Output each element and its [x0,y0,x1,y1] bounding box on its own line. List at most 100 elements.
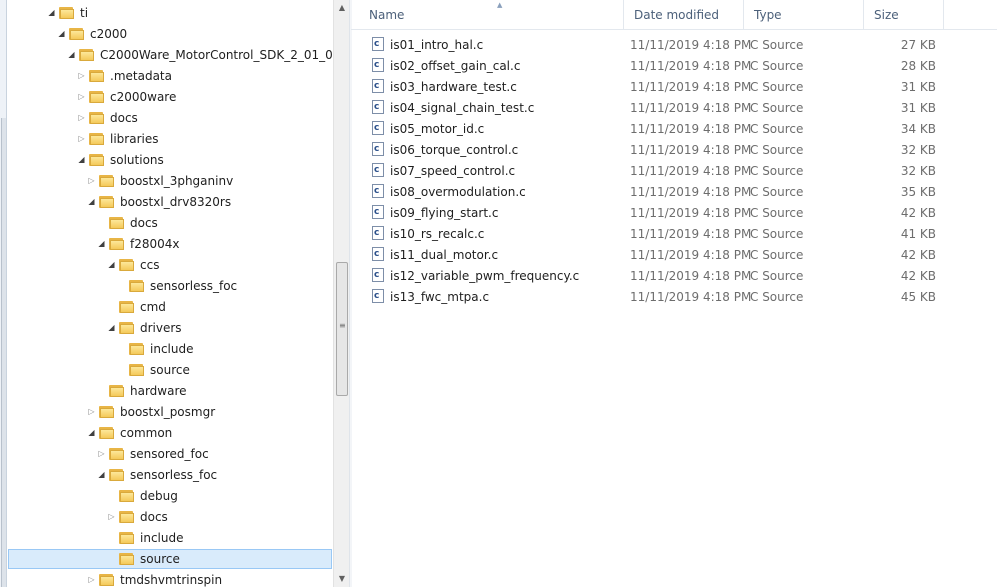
file-name: is07_speed_control.c [390,164,516,178]
tree-item[interactable]: ▷ sensored_foc [7,444,333,464]
collapsed-triangle-icon[interactable]: ▷ [87,176,96,185]
tree-item[interactable]: ▷ c2000ware [7,87,333,107]
tree-item[interactable]: ◢ solutions [7,150,333,170]
file-row[interactable]: c is08_overmodulation.c 11/11/2019 4:18 PM… [351,181,997,202]
collapsed-triangle-icon[interactable]: ▷ [77,92,86,101]
collapsed-triangle-icon[interactable]: ▷ [77,134,86,143]
file-row[interactable]: c is09_flying_start.c 11/11/2019 4:18 PM C … [351,202,997,223]
column-header-type[interactable]: Type [744,0,864,29]
folder-icon [129,363,145,377]
grip-icon: ≡ [339,321,346,330]
file-type: C Source [750,248,804,262]
file-row[interactable]: c is01_intro_hal.c 11/11/2019 4:18 PM C Sou… [351,34,997,55]
file-row[interactable]: c is04_signal_chain_test.c 11/11/2019 4:18… [351,97,997,118]
column-header-size[interactable]: Size [864,0,944,29]
expanded-triangle-icon[interactable]: ◢ [67,50,76,59]
tree-item-label: .metadata [110,69,172,83]
collapsed-triangle-icon[interactable]: ▷ [77,71,86,80]
expanded-triangle-icon[interactable]: ◢ [47,8,56,17]
tree-item[interactable]: ◢ sensorless_foc [7,465,333,485]
tree-item[interactable]: ▷ docs [7,108,333,128]
file-name: is02_offset_gain_cal.c [390,59,521,73]
collapsed-triangle-icon[interactable]: ▷ [77,113,86,122]
tree-item[interactable]: ◢ c2000 [7,24,333,44]
tree-item[interactable]: debug [7,486,333,506]
tree-item[interactable]: cmd [7,297,333,317]
expanded-triangle-icon[interactable]: ◢ [97,470,106,479]
tree-item[interactable]: ◢ ccs [7,255,333,275]
tree-item[interactable]: source [7,360,333,380]
folder-icon [119,531,135,545]
expanded-triangle-icon[interactable]: ◢ [87,428,96,437]
collapsed-triangle-icon[interactable]: ▷ [87,407,96,416]
tree-item[interactable]: ◢ drivers [7,318,333,338]
collapsed-triangle-icon[interactable]: ▷ [97,449,106,458]
file-row[interactable]: c is10_rs_recalc.c 11/11/2019 4:18 PM C Sou… [351,223,997,244]
file-row[interactable]: c is03_hardware_test.c 11/11/2019 4:18 PM C… [351,76,997,97]
expanded-triangle-icon[interactable]: ◢ [97,239,106,248]
c-source-file-icon: c [372,58,384,72]
column-header-name[interactable]: Name ▲ [359,0,624,29]
tree-item-label: libraries [110,132,159,146]
tree-item[interactable]: ◢ f28004x [7,234,333,254]
tree-item[interactable]: ◢ common [7,423,333,443]
tree-item[interactable]: ▷ tmdshvmtrinspin [7,570,333,587]
file-row[interactable]: c is13_fwc_mtpa.c 11/11/2019 4:18 PM C Sour… [351,286,997,307]
file-name: is06_torque_control.c [390,143,519,157]
tree-item[interactable]: ◢ ti [7,3,333,23]
expanded-triangle-icon[interactable]: ◢ [107,323,116,332]
tree-item-label: include [140,531,184,545]
tree-item-label: common [120,426,173,440]
file-row[interactable]: c is11_dual_motor.c 11/11/2019 4:18 PM C So… [351,244,997,265]
file-size: 42 KB [900,269,936,283]
folder-icon [129,342,145,356]
file-date: 11/11/2019 4:18 PM [630,143,752,157]
tree-item-label: cmd [140,300,166,314]
folder-icon [129,279,145,293]
tree-item[interactable]: hardware [7,381,333,401]
file-date: 11/11/2019 4:18 PM [630,80,752,94]
tree-item[interactable]: include [7,339,333,359]
outer-scrollbar-thumb[interactable] [1,118,6,587]
collapsed-triangle-icon[interactable]: ▷ [107,512,116,521]
file-row[interactable]: c is07_speed_control.c 11/11/2019 4:18 PM C… [351,160,997,181]
folder-icon [89,132,105,146]
tree-item[interactable]: ▷ boostxl_3phganinv [7,171,333,191]
tree-scrollbar[interactable]: ▲ ≡ ▼ [333,0,350,587]
expanded-triangle-icon[interactable]: ◢ [87,197,96,206]
collapsed-triangle-icon[interactable]: ▷ [87,575,96,584]
tree-item[interactable]: ▷ libraries [7,129,333,149]
expanded-triangle-icon[interactable]: ◢ [107,260,116,269]
file-name: is05_motor_id.c [390,122,485,136]
file-name: is13_fwc_mtpa.c [390,290,490,304]
c-source-file-icon: c [372,247,384,261]
tree-item[interactable]: ▷ docs [7,507,333,527]
folder-icon [89,153,105,167]
expanded-triangle-icon[interactable]: ◢ [57,29,66,38]
scroll-down-arrow-icon[interactable]: ▼ [334,571,350,587]
column-header-date[interactable]: Date modified [624,0,744,29]
tree-scrollbar-thumb[interactable]: ≡ [336,262,348,396]
tree-item[interactable]: docs [7,213,333,233]
outer-scrollbar[interactable] [0,0,7,587]
tree-item[interactable]: include [7,528,333,548]
c-source-file-icon: c [372,268,384,282]
file-name: is01_intro_hal.c [390,38,484,52]
file-size: 41 KB [900,227,936,241]
file-row[interactable]: c is06_torque_control.c 11/11/2019 4:18 PM… [351,139,997,160]
scroll-up-arrow-icon[interactable]: ▲ [334,0,350,16]
tree-item-label: drivers [140,321,182,335]
file-row[interactable]: c is12_variable_pwm_frequency.c 11/11/2019… [351,265,997,286]
tree-item[interactable]: ▷ .metadata [7,66,333,86]
tree-item[interactable]: ◢ boostxl_drv8320rs [7,192,333,212]
file-date: 11/11/2019 4:18 PM [630,227,752,241]
file-row[interactable]: c is05_motor_id.c 11/11/2019 4:18 PM C Sour… [351,118,997,139]
tree-item[interactable]: sensorless_foc [7,276,333,296]
folder-icon [119,489,135,503]
tree-item[interactable]: ◢ C2000Ware_MotorControl_SDK_2_01_00_00 [7,45,333,65]
file-row[interactable]: c is02_offset_gain_cal.c 11/11/2019 4:18 P… [351,55,997,76]
tree-item-label: docs [140,510,168,524]
tree-item[interactable]: ▷ boostxl_posmgr [7,402,333,422]
expanded-triangle-icon[interactable]: ◢ [77,155,86,164]
tree-item[interactable]: source [7,549,333,569]
